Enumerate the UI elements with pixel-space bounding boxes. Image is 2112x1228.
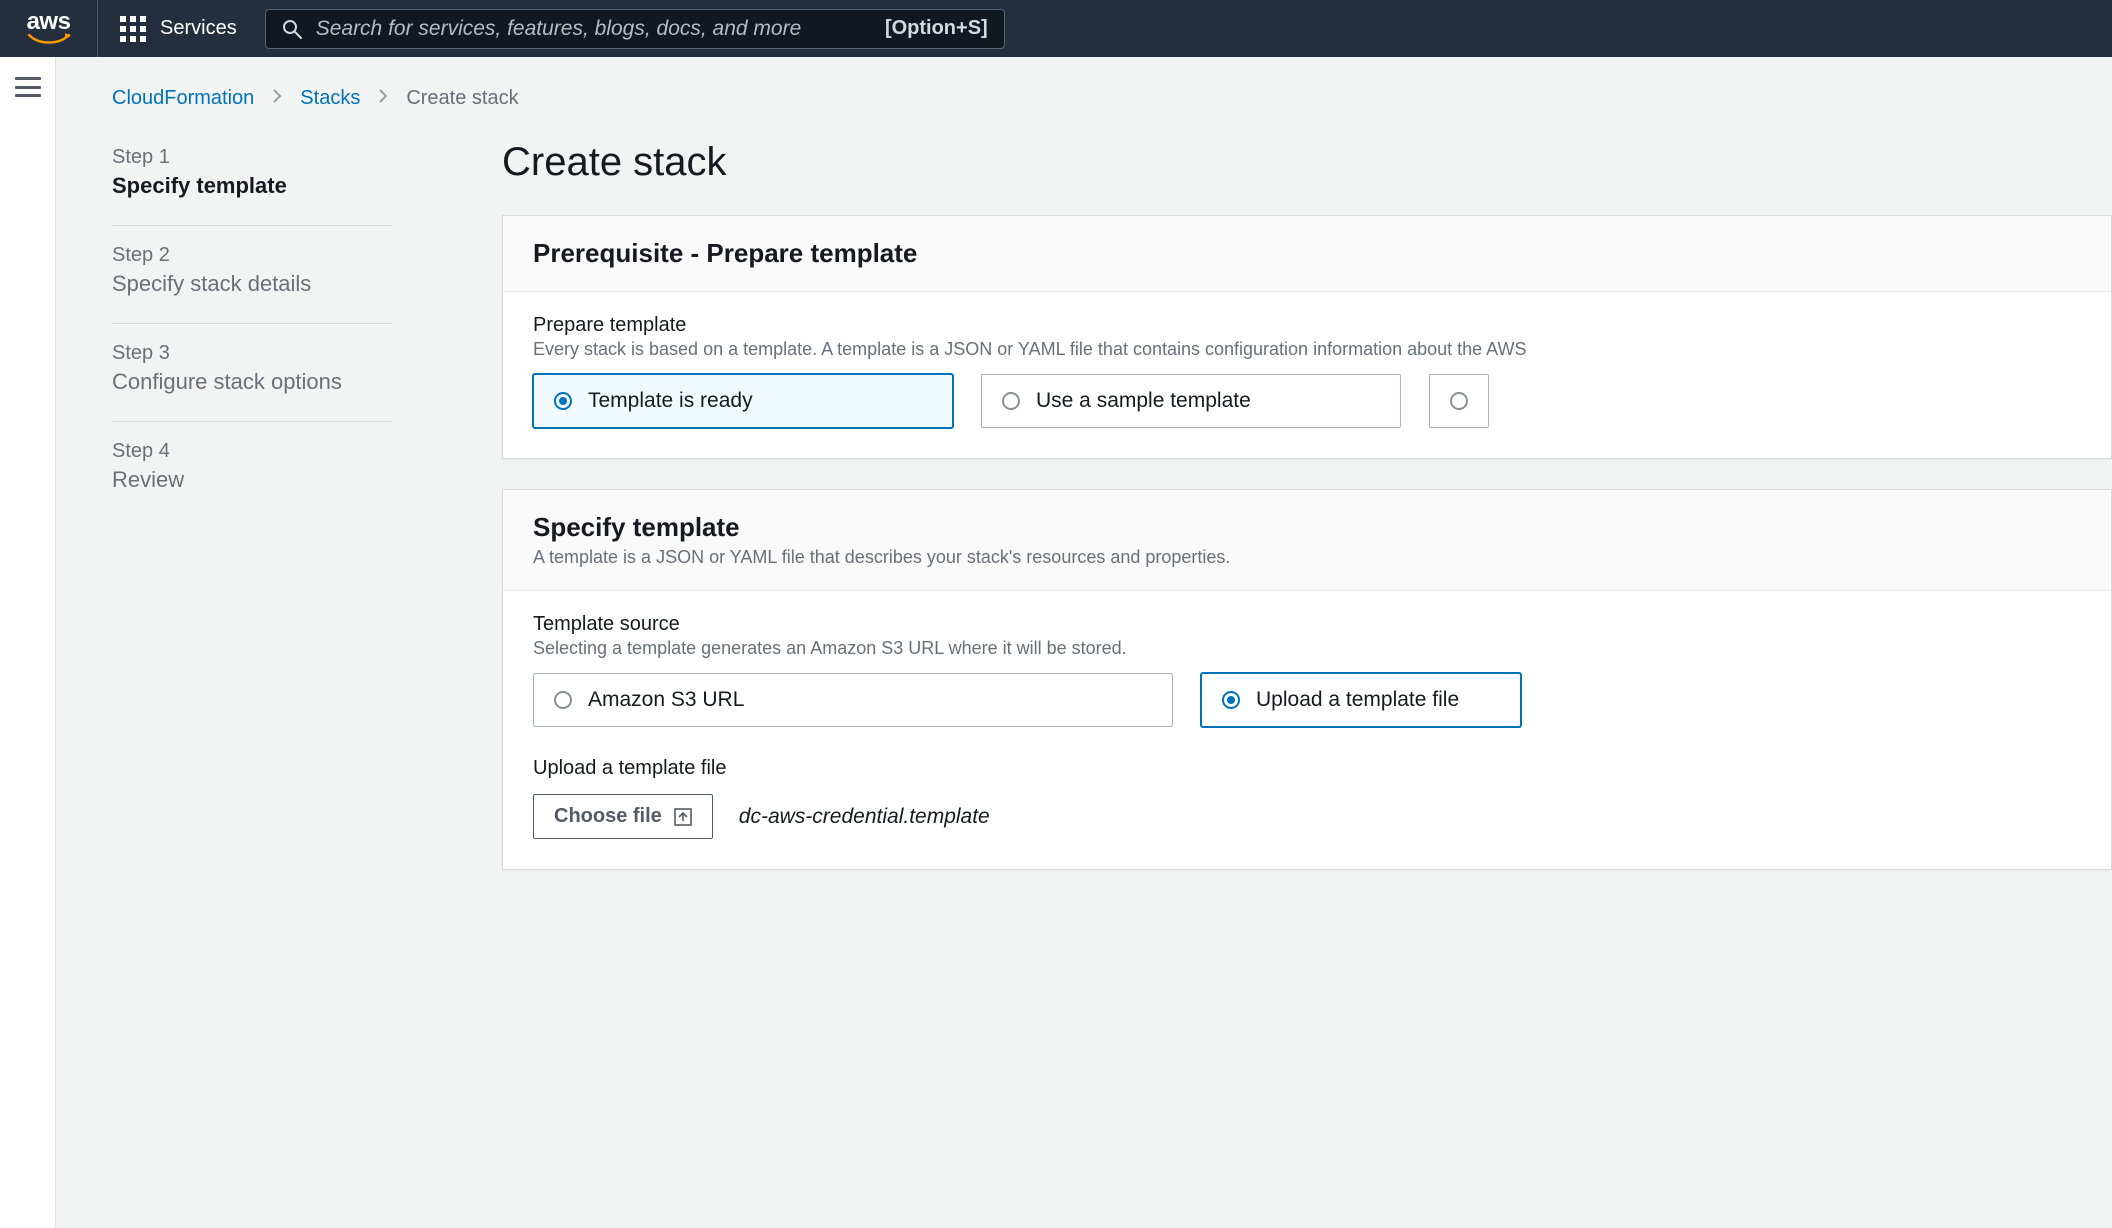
search-input[interactable] xyxy=(316,17,871,41)
page-title: Create stack xyxy=(502,140,2112,185)
upload-icon xyxy=(674,808,692,826)
chosen-file-name: dc-aws-credential.template xyxy=(739,805,990,829)
breadcrumb-link-stacks[interactable]: Stacks xyxy=(300,87,360,110)
grid-icon xyxy=(120,16,146,42)
radio-icon xyxy=(1450,392,1468,410)
left-rail xyxy=(0,57,56,1228)
template-source-label: Template source xyxy=(533,613,2081,636)
radio-icon xyxy=(1222,691,1240,709)
aws-smile-icon xyxy=(27,33,71,47)
radio-upload-template-file[interactable]: Upload a template file xyxy=(1201,673,1521,727)
global-search[interactable]: [Option+S] xyxy=(265,9,1005,49)
panel-prerequisite: Prerequisite - Prepare template Prepare … xyxy=(502,215,2112,459)
top-nav: aws Services [Option+S] xyxy=(0,0,2112,57)
radio-template-ready[interactable]: Template is ready xyxy=(533,374,953,428)
template-source-desc: Selecting a template generates an Amazon… xyxy=(533,638,2081,659)
wizard-step-3[interactable]: Step 3 Configure stack options xyxy=(112,324,392,422)
aws-logo[interactable]: aws xyxy=(0,0,98,57)
chevron-right-icon xyxy=(378,87,388,110)
hamburger-icon[interactable] xyxy=(15,77,41,97)
wizard-step-2[interactable]: Step 2 Specify stack details xyxy=(112,226,392,324)
wizard-step-1[interactable]: Step 1 Specify template xyxy=(112,146,392,226)
services-label: Services xyxy=(160,17,237,40)
upload-template-label: Upload a template file xyxy=(533,757,2081,780)
specify-template-title: Specify template xyxy=(533,512,2081,543)
chevron-right-icon xyxy=(272,87,282,110)
radio-icon xyxy=(554,691,572,709)
search-icon xyxy=(282,19,302,39)
breadcrumb-link-cloudformation[interactable]: CloudFormation xyxy=(112,87,254,110)
panel-specify-template: Specify template A template is a JSON or… xyxy=(502,489,2112,870)
radio-sample-template[interactable]: Use a sample template xyxy=(981,374,1401,428)
radio-icon xyxy=(1002,392,1020,410)
breadcrumb-current: Create stack xyxy=(406,87,518,110)
prepare-template-label: Prepare template xyxy=(533,314,2081,337)
search-shortcut: [Option+S] xyxy=(885,17,988,40)
radio-option-cutoff[interactable] xyxy=(1429,374,1489,428)
specify-template-subtitle: A template is a JSON or YAML file that d… xyxy=(533,547,2081,568)
wizard-step-4[interactable]: Step 4 Review xyxy=(112,422,392,519)
panel-prereq-title: Prerequisite - Prepare template xyxy=(533,238,2081,269)
choose-file-button[interactable]: Choose file xyxy=(533,794,713,839)
radio-icon xyxy=(554,392,572,410)
prepare-template-desc: Every stack is based on a template. A te… xyxy=(533,339,2081,360)
breadcrumb: CloudFormation Stacks Create stack xyxy=(112,87,2112,110)
wizard-steps: Step 1 Specify template Step 2 Specify s… xyxy=(112,146,392,900)
services-menu[interactable]: Services xyxy=(98,0,259,57)
radio-amazon-s3-url[interactable]: Amazon S3 URL xyxy=(533,673,1173,727)
